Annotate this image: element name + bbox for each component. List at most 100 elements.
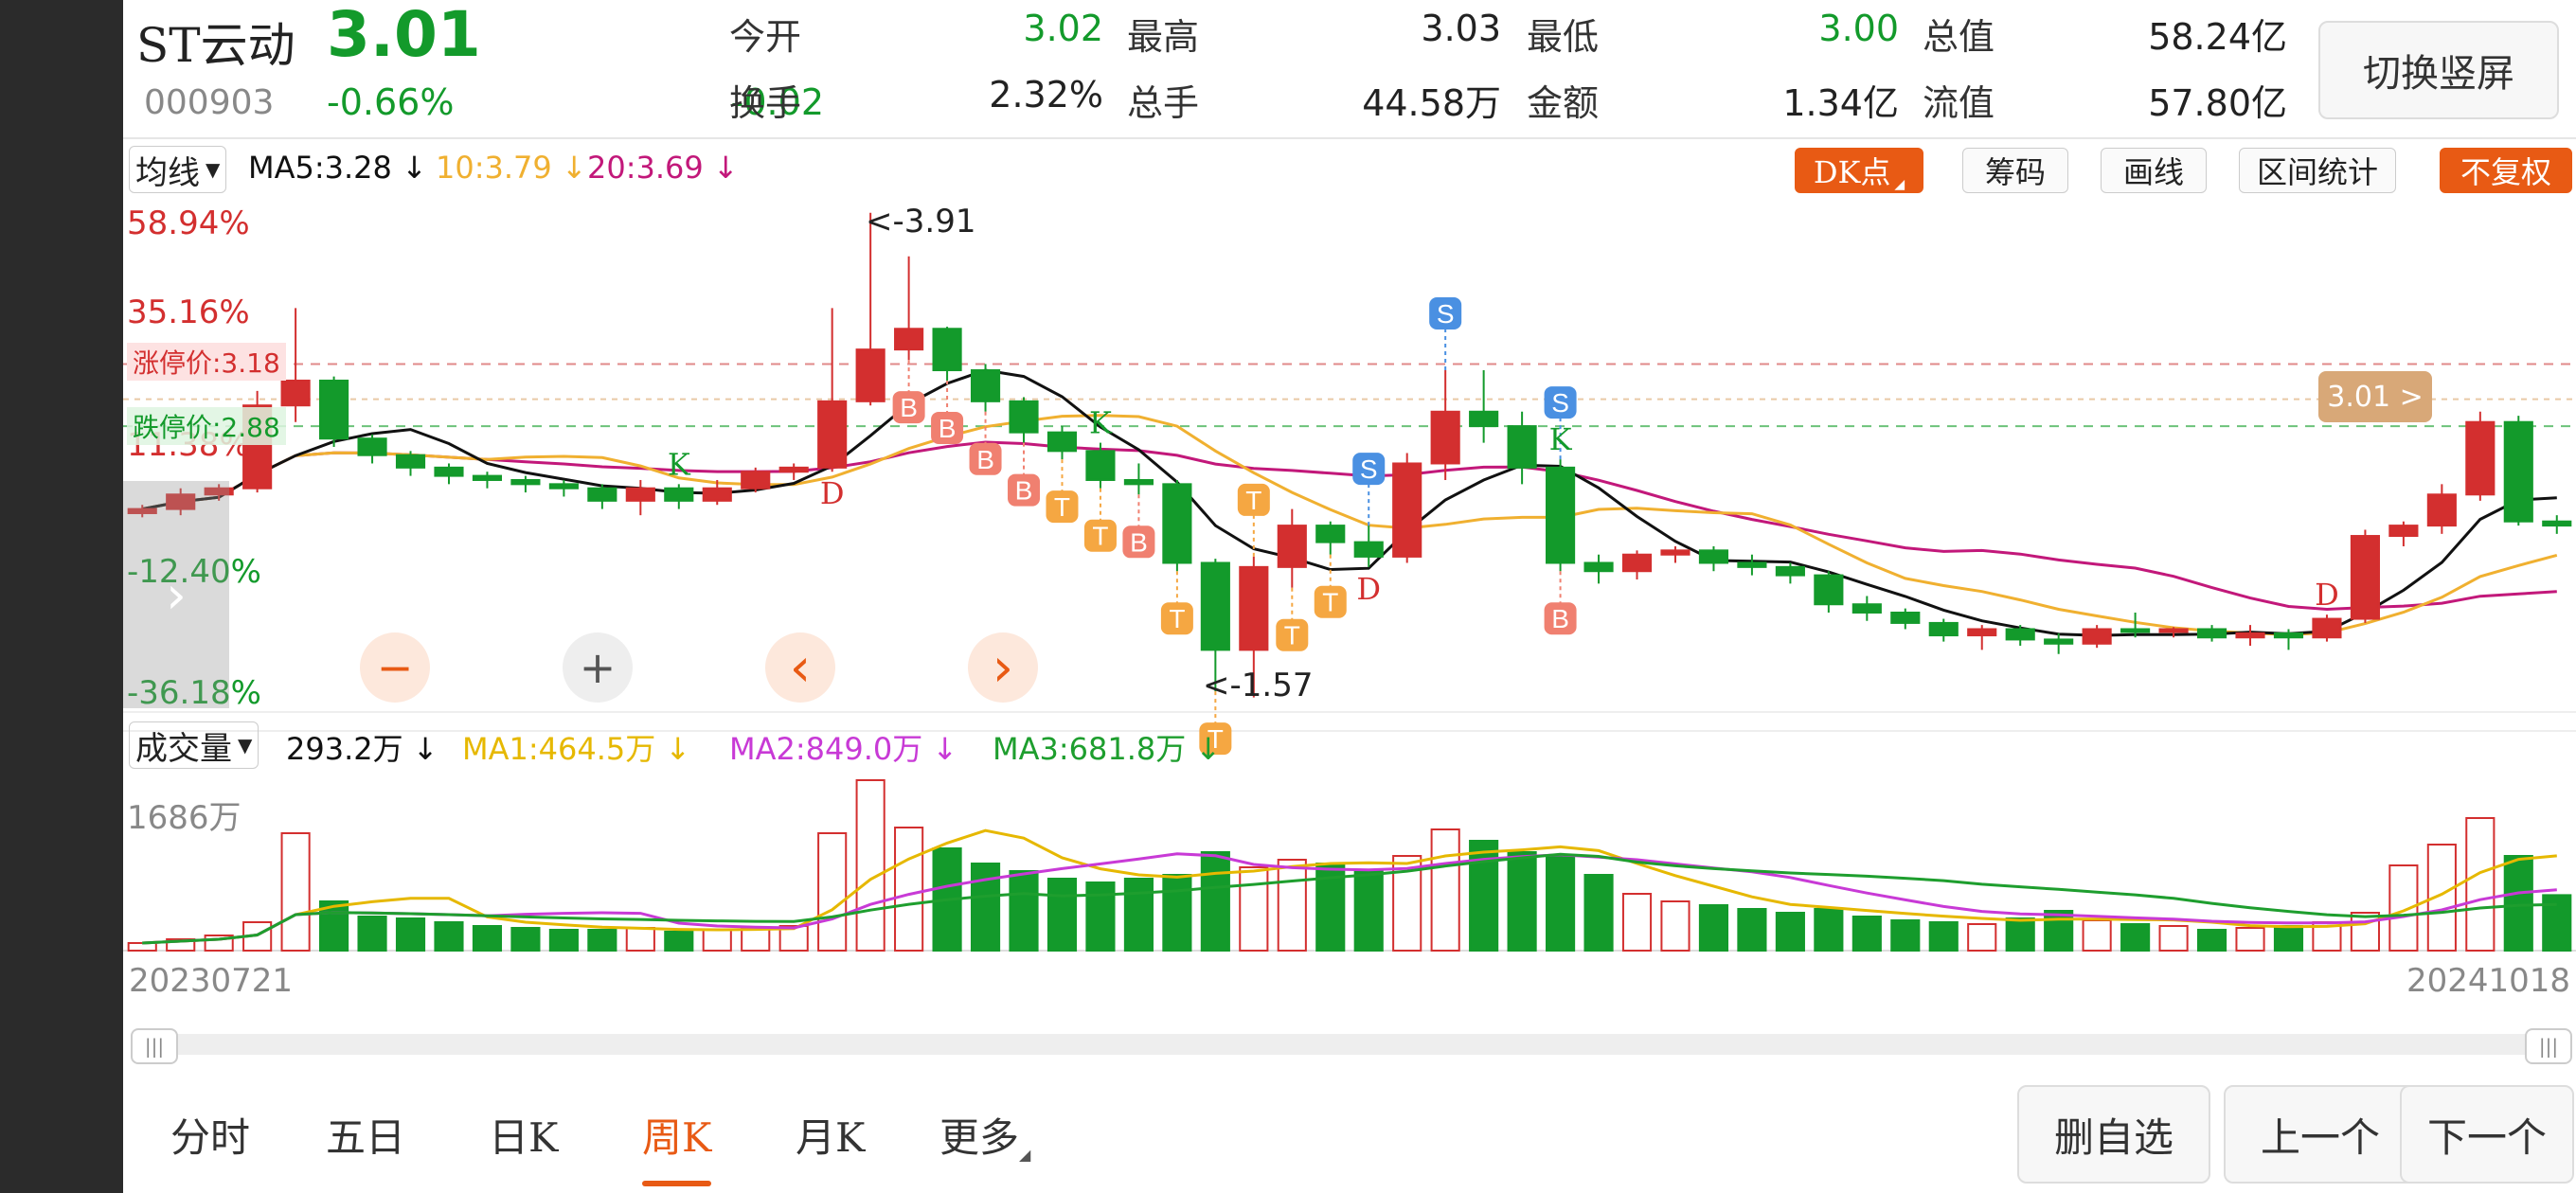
stat-value-open: 3.02 <box>1023 8 1103 49</box>
tab-intraday[interactable]: 分时 <box>170 1106 250 1164</box>
kd-marker: K <box>1089 405 1113 441</box>
volume-bar <box>1085 881 1116 952</box>
candle-body <box>1123 478 1154 486</box>
candle-body <box>625 487 655 502</box>
candle-body <box>2120 628 2151 633</box>
volume-bar <box>2350 912 2380 952</box>
volume-bar <box>702 929 732 952</box>
candle-body <box>319 379 349 440</box>
tab-five-day[interactable]: 五日 <box>326 1106 405 1164</box>
volume-bar <box>1814 908 1844 952</box>
candle-body <box>1852 603 1882 614</box>
volume-bars <box>127 779 2572 953</box>
volume-bar <box>1200 851 1230 952</box>
candles <box>127 212 2572 698</box>
signal-badge-label: B <box>900 393 918 422</box>
previous-stock-button[interactable]: 上一个 <box>2224 1085 2417 1184</box>
volume-bar <box>2235 927 2265 952</box>
candle-body <box>855 348 886 402</box>
dk-point-button[interactable]: DK点 ◢ <box>1795 148 1923 193</box>
signal-badge-label: B <box>939 414 957 443</box>
candle-body <box>1775 565 1805 577</box>
volume-bar <box>1123 878 1154 952</box>
volume-bar <box>1775 912 1805 952</box>
stat-label-open: 今开 <box>729 16 802 58</box>
candle-body <box>2235 632 2265 639</box>
volume-bar <box>1546 855 1576 952</box>
kd-marker: K <box>1549 421 1573 457</box>
no-adjust-button[interactable]: 不复权 <box>2440 148 2572 193</box>
candle-body <box>1660 549 1690 556</box>
volume-bar <box>625 927 655 952</box>
tab-monthly-k[interactable]: 月K <box>796 1106 865 1164</box>
candle-body <box>970 369 1001 402</box>
next-stock-button[interactable]: 下一个 <box>2400 1085 2574 1184</box>
bottom-bar: 分时 五日 日K 周K 月K 更多◢ 删自选 上一个 下一个 <box>123 1051 2576 1193</box>
ma10-line <box>141 414 2558 636</box>
zoom-out-button[interactable]: − <box>360 632 430 703</box>
signal-badge-label: S <box>1551 388 1569 418</box>
tab-weekly-k[interactable]: 周K <box>642 1106 712 1186</box>
candle-body <box>434 466 464 477</box>
signal-badge-label: B <box>1130 527 1148 557</box>
indicator-selector[interactable]: 均线 ▼ <box>129 146 227 193</box>
pct-label-top: 58.94% <box>127 205 250 242</box>
min-price-marker: <-1.57 <box>1203 667 1314 704</box>
tab-more[interactable]: 更多◢ <box>939 1106 1030 1164</box>
volume-bar <box>1353 870 1384 952</box>
chip-distribution-button[interactable]: 筹码 <box>1962 148 2068 193</box>
stat-label-amount: 金额 <box>1527 82 1600 124</box>
pct-label-2: 35.16% <box>127 294 250 331</box>
volume-bar <box>510 927 541 952</box>
stat-label-volume: 总手 <box>1127 82 1200 124</box>
signal-badge-label: T <box>1322 588 1338 617</box>
minus-icon: − <box>376 642 414 693</box>
candle-body <box>1621 553 1653 573</box>
corner-triangle-icon: ◢ <box>1894 177 1905 192</box>
candle-body <box>2273 632 2304 639</box>
volume-bar <box>1890 919 1921 952</box>
stat-value-mktcap: 58.24亿 <box>2148 16 2287 58</box>
draw-line-button[interactable]: 画线 <box>2101 148 2207 193</box>
volume-max-label: 1686万 <box>127 799 242 837</box>
candle-body <box>510 478 541 486</box>
kline-chart[interactable]: BBBBTT BTTTTTSSSBKDKDKD <box>123 201 2576 1053</box>
ma10-value: 10:3.79 ↓ <box>436 150 587 186</box>
volume-bar <box>587 929 617 952</box>
scroll-left-button[interactable]: ‹ <box>765 632 835 703</box>
candle-body <box>664 487 694 502</box>
candle-body <box>1315 525 1346 543</box>
candle-body <box>1814 574 1844 606</box>
volume-indicator-selector[interactable]: 成交量 ▼ <box>129 721 259 769</box>
candle-body <box>2465 420 2496 496</box>
zoom-in-button[interactable]: + <box>563 632 633 703</box>
candle-body <box>2426 493 2457 527</box>
remove-watchlist-button[interactable]: 删自选 <box>2017 1085 2210 1184</box>
switch-portrait-button[interactable]: 切换竖屏 <box>2318 21 2559 119</box>
volume-ma1: MA1:464.5万 ↓ <box>462 731 691 767</box>
volume-bar <box>2005 917 2035 952</box>
volume-ma2-line <box>142 852 2557 945</box>
scroll-right-button[interactable]: › <box>968 632 1038 703</box>
candle-body <box>894 328 924 351</box>
kd-marker: D <box>1356 571 1381 607</box>
plus-icon: + <box>579 642 617 693</box>
dropdown-caret-icon: ▼ <box>206 158 221 181</box>
tab-daily-k[interactable]: 日K <box>489 1106 558 1164</box>
signal-badge-label: T <box>1169 604 1185 633</box>
limit-down-label: 跌停价:2.88 <box>127 407 286 445</box>
last-price-tag[interactable]: 3.01 > <box>2318 371 2432 422</box>
volume-bar <box>1621 893 1653 952</box>
candle-body <box>1200 561 1230 651</box>
expand-panel-button[interactable]: › <box>123 481 229 708</box>
volume-bar <box>817 832 848 952</box>
volume-bar <box>1928 921 1959 952</box>
candle-body <box>2542 520 2572 527</box>
kd-marker: D <box>2315 577 2339 613</box>
dropdown-caret-icon: ▼ <box>238 734 253 757</box>
stat-label-turnover: 换手 <box>729 82 802 124</box>
range-stats-button[interactable]: 区间统计 <box>2239 148 2396 193</box>
candle-body <box>1046 431 1078 453</box>
volume-bar <box>970 863 1001 952</box>
candle-body <box>1507 425 1537 469</box>
